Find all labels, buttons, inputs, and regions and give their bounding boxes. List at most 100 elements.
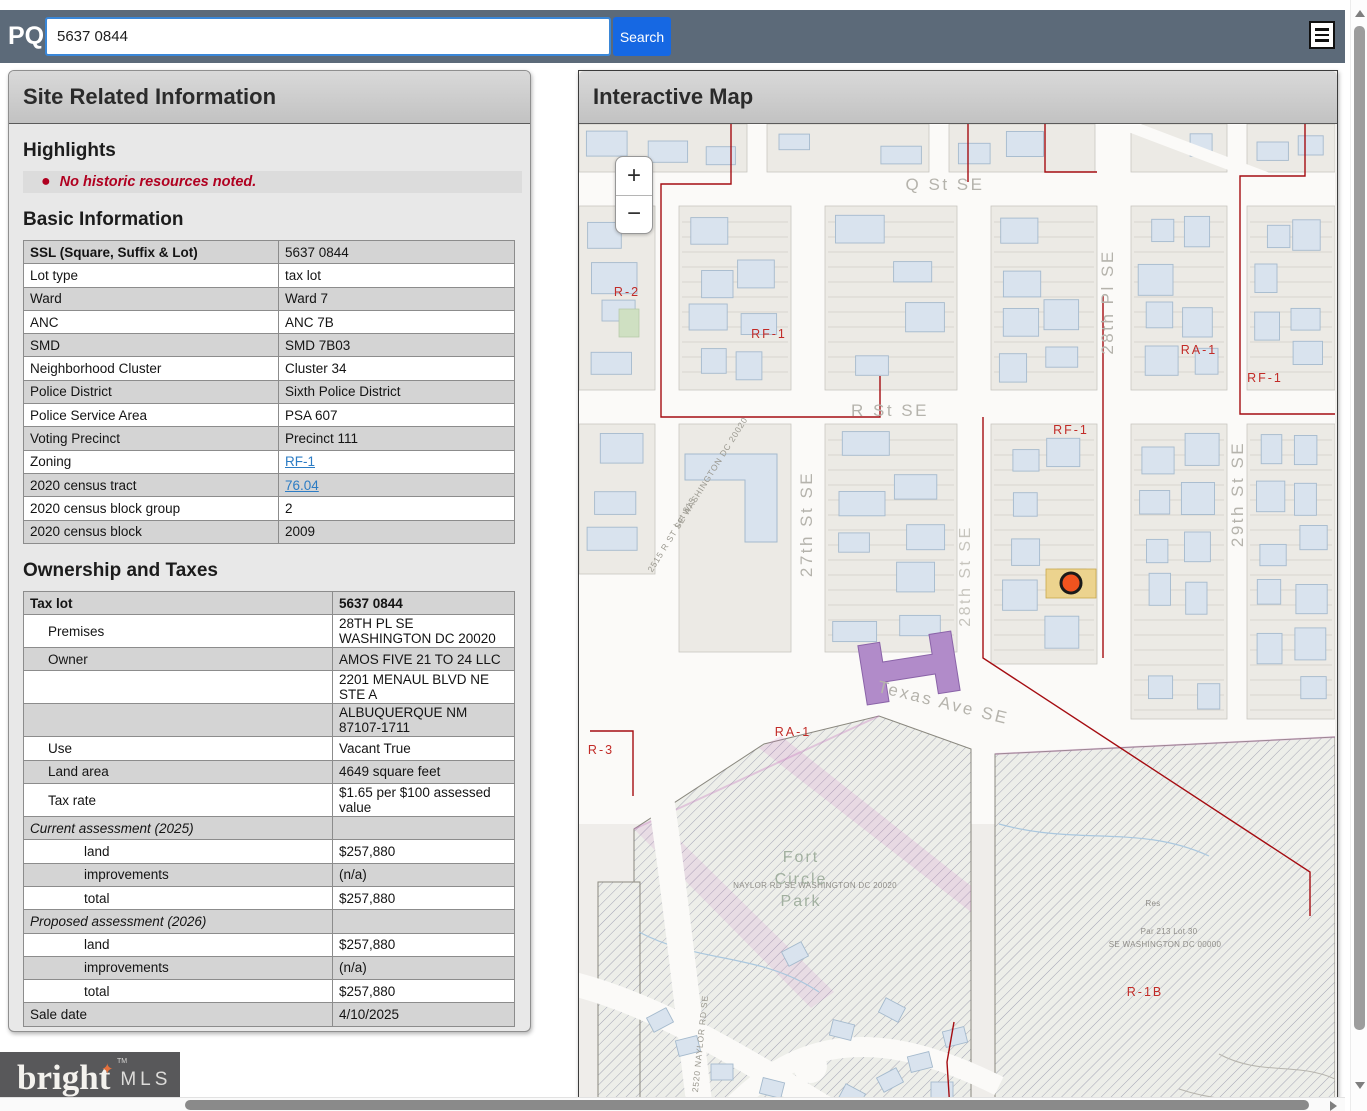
cul-de-sac: [793, 1049, 827, 1083]
building-footprint: [839, 492, 885, 516]
table-row: improvements(n/a): [24, 956, 515, 979]
vertical-scrollbar[interactable]: [1350, 0, 1367, 1111]
row-value: SMD 7B03: [279, 334, 515, 357]
row-label: SMD: [24, 334, 279, 357]
map-label-park1: Fort: [783, 849, 819, 866]
map-label-par2: SE WASHINGTON DC 00000: [1109, 940, 1222, 949]
row-label: Zoning: [24, 450, 279, 473]
park-area: [995, 737, 1335, 1111]
bullet-icon: ●: [41, 173, 51, 191]
map-label-ra1_a: RA-1: [1181, 343, 1217, 357]
house-footprint: [711, 1064, 733, 1080]
building-footprint: [1293, 341, 1322, 364]
row-value: 76.04: [279, 473, 515, 496]
building-footprint: [958, 143, 990, 164]
building-footprint: [689, 304, 727, 330]
row-label: Sale date: [24, 1003, 333, 1026]
building-footprint: [1045, 616, 1079, 648]
building-footprint: [1185, 433, 1219, 465]
map-label-r1b: R-1B: [1127, 985, 1163, 999]
building-footprint: [1044, 300, 1079, 330]
table-row: Voting PrecinctPrecinct 111: [24, 427, 515, 450]
search-button[interactable]: Search: [613, 17, 671, 56]
table-row: Police DistrictSixth Police District: [24, 380, 515, 403]
building-footprint: [1298, 136, 1323, 155]
row-label: Owner: [24, 648, 333, 671]
row-value: 2201 MENAUL BLVD NE STE A: [333, 671, 515, 704]
row-label: total: [24, 886, 333, 909]
property-marker-icon[interactable]: [1061, 573, 1081, 593]
map-label-st29: 29th St SE: [1228, 441, 1247, 547]
row-label: Use: [24, 737, 333, 760]
building-footprint: [1181, 483, 1214, 515]
building-footprint: [1186, 582, 1207, 614]
building-footprint: [1152, 219, 1174, 241]
row-label: ANC: [24, 310, 279, 333]
horizontal-scrollbar-thumb[interactable]: [185, 1100, 1309, 1110]
map-label-ra1_b: RA-1: [775, 725, 811, 739]
map-label-r3: R-3: [588, 743, 614, 757]
map-panel-title: Interactive Map: [579, 71, 1337, 124]
search-input[interactable]: [45, 17, 611, 56]
app-logo[interactable]: PQ: [8, 22, 44, 51]
building-footprint: [1293, 220, 1321, 251]
green-parcel: [619, 309, 639, 337]
row-label: improvements: [24, 863, 333, 886]
city-block: [991, 424, 1097, 664]
building-footprint: [591, 352, 631, 374]
building-footprint: [595, 492, 636, 515]
scroll-up-arrow-icon[interactable]: [1355, 10, 1365, 17]
table-row: total$257,880: [24, 980, 515, 1003]
row-label: Police Service Area: [24, 404, 279, 427]
building-footprint: [1267, 225, 1290, 247]
building-footprint: [1255, 312, 1280, 340]
building-footprint: [1003, 309, 1038, 337]
hamburger-menu-button[interactable]: [1309, 21, 1335, 49]
table-row: Lot typetax lot: [24, 264, 515, 287]
basic-info-table: SSL (Square, Suffix & Lot)5637 0844Lot t…: [23, 240, 515, 544]
row-value: RF-1: [279, 450, 515, 473]
table-row: land$257,880: [24, 933, 515, 956]
row-label: improvements: [24, 956, 333, 979]
site-info-panel: Site Related Information Highlights ● No…: [8, 70, 531, 1032]
value-link[interactable]: 76.04: [285, 478, 319, 493]
row-label: Proposed assessment (2026): [24, 910, 333, 933]
table-row: OwnerAMOS FIVE 21 TO 24 LLC: [24, 648, 515, 671]
horizontal-scrollbar[interactable]: [0, 1097, 1345, 1111]
row-value: 5637 0844: [279, 241, 515, 264]
building-footprint: [648, 141, 687, 162]
row-value: $257,880: [333, 980, 515, 1003]
map-canvas[interactable]: Q St SER St SE27th St SE28th St SE28th P…: [579, 124, 1335, 1111]
row-value: (n/a): [333, 863, 515, 886]
building-footprint: [1257, 481, 1285, 512]
row-label: Tax rate: [24, 784, 333, 817]
building-footprint: [1140, 491, 1170, 515]
row-label: Premises: [24, 615, 333, 648]
vertical-scrollbar-thumb[interactable]: [1354, 26, 1365, 1030]
row-label: land: [24, 840, 333, 863]
map-label-res: Res: [1145, 899, 1160, 908]
building-footprint: [702, 271, 733, 298]
row-label: Tax lot: [24, 591, 333, 614]
table-row: Premises28TH PL SE WASHINGTON DC 20020: [24, 615, 515, 648]
scroll-down-arrow-icon[interactable]: [1355, 1082, 1365, 1089]
building-footprint: [1142, 447, 1174, 474]
row-label: 2020 census block: [24, 520, 279, 543]
row-label: 2020 census block group: [24, 497, 279, 520]
scroll-right-arrow-icon[interactable]: [1330, 1101, 1337, 1111]
map-label-park3: Park: [781, 893, 822, 910]
building-footprint: [1001, 218, 1038, 243]
map-label-park2: Circle: [775, 871, 828, 888]
value-link[interactable]: RF-1: [285, 454, 315, 469]
ownership-heading: Ownership and Taxes: [23, 560, 530, 582]
building-footprint: [839, 533, 870, 552]
row-label: Current assessment (2025): [24, 817, 333, 840]
zoom-out-button[interactable]: −: [616, 196, 652, 234]
row-label: Land area: [24, 760, 333, 783]
table-row: total$257,880: [24, 886, 515, 909]
zoom-in-button[interactable]: +: [616, 157, 652, 196]
map-label-par1: Par 213 Lot 30: [1141, 927, 1198, 936]
building-footprint: [1145, 346, 1178, 375]
building-footprint: [1006, 132, 1043, 157]
mls-logo-text: MLS: [120, 1069, 171, 1091]
